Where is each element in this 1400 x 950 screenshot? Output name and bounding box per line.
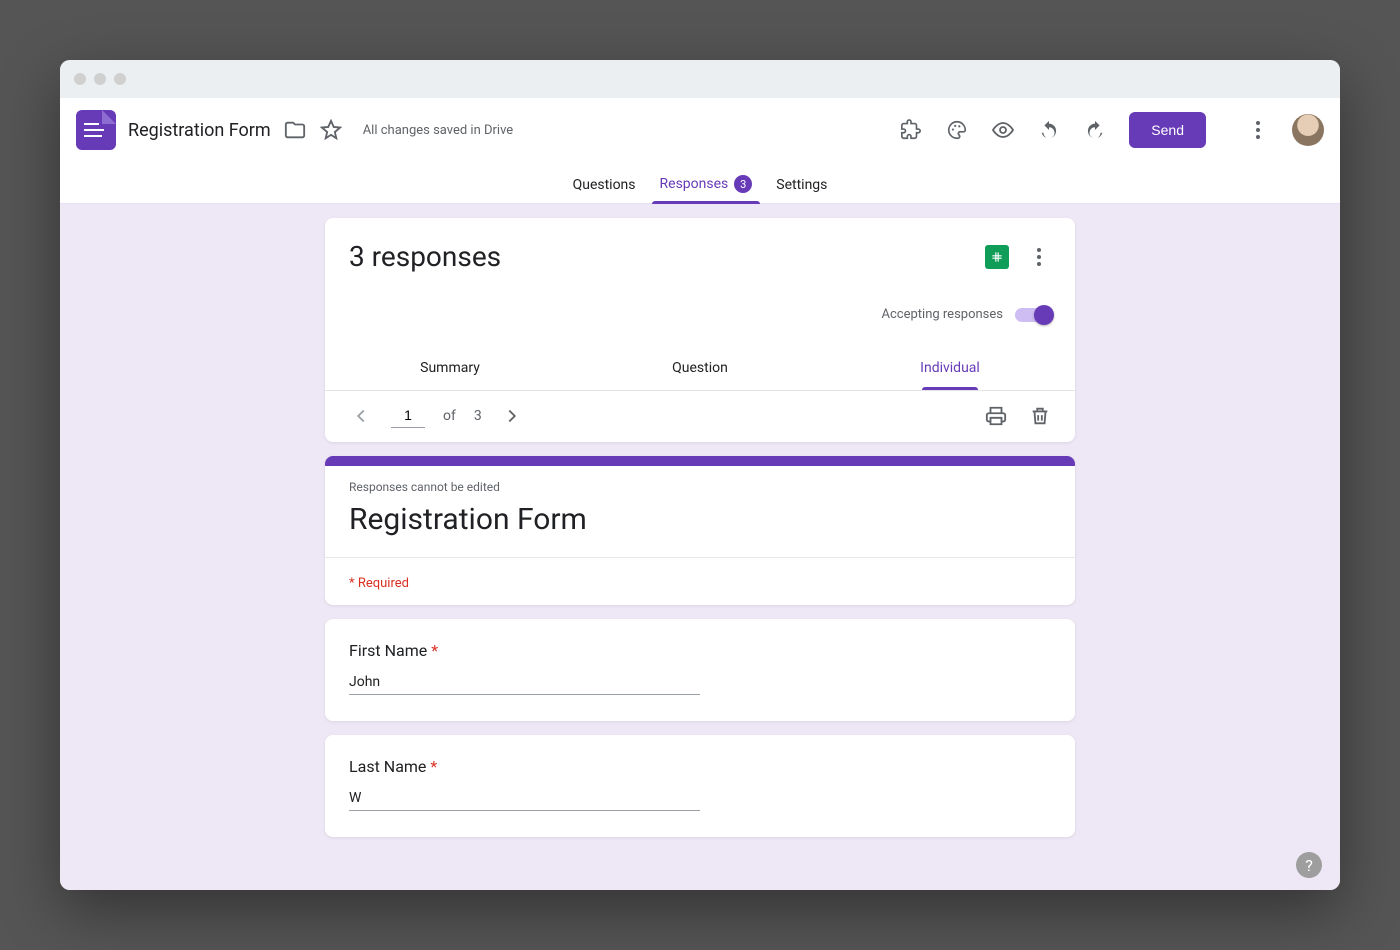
responses-badge: 3 (734, 175, 752, 193)
tab-responses-label: Responses (660, 176, 729, 192)
form-heading: Registration Form (349, 502, 1051, 537)
chevron-left-icon[interactable] (349, 404, 373, 428)
mac-titlebar (60, 60, 1340, 98)
responses-card: 3 responses Accepting responses Summary … (325, 218, 1075, 442)
header-actions: Send (899, 112, 1324, 148)
traffic-light-max[interactable] (114, 73, 126, 85)
question-label: Last Name* (349, 757, 1051, 776)
form-header-card: Responses cannot be edited Registration … (325, 456, 1075, 605)
app-header: Registration Form All changes saved in D… (60, 98, 1340, 162)
redo-icon[interactable] (1083, 118, 1107, 142)
palette-icon[interactable] (945, 118, 969, 142)
chevron-right-icon[interactable] (500, 404, 524, 428)
more-icon[interactable] (1246, 121, 1270, 139)
undo-icon[interactable] (1037, 118, 1061, 142)
save-status: All changes saved in Drive (363, 123, 514, 138)
accepting-label: Accepting responses (882, 307, 1004, 322)
app-window: Registration Form All changes saved in D… (60, 60, 1340, 890)
send-button[interactable]: Send (1129, 112, 1206, 148)
responses-count-title: 3 responses (349, 240, 985, 273)
question-card-first-name: First Name* John (325, 619, 1075, 721)
tab-questions[interactable]: Questions (561, 177, 648, 203)
answer-value: John (349, 674, 700, 695)
required-asterisk: * (430, 757, 437, 776)
trash-icon[interactable] (1029, 405, 1051, 427)
toggle-knob (1034, 305, 1054, 325)
tab-responses[interactable]: Responses 3 (648, 175, 765, 203)
form-title[interactable]: Registration Form (128, 120, 271, 141)
tab-settings[interactable]: Settings (764, 177, 839, 203)
page-of-label: of (443, 408, 456, 424)
sheets-icon[interactable] (985, 245, 1009, 269)
main-tabs: Questions Responses 3 Settings (60, 162, 1340, 204)
page-total: 3 (474, 408, 482, 424)
page-input[interactable] (391, 403, 425, 428)
answer-value: W (349, 790, 700, 811)
workspace: 3 responses Accepting responses Summary … (60, 204, 1340, 890)
edit-note: Responses cannot be edited (349, 480, 1051, 494)
star-icon[interactable] (319, 118, 343, 142)
folder-icon[interactable] (283, 118, 307, 142)
traffic-light-min[interactable] (94, 73, 106, 85)
subtab-individual[interactable]: Individual (825, 346, 1075, 390)
subtab-question[interactable]: Question (575, 346, 825, 390)
pager-row: of 3 (325, 390, 1075, 442)
accepting-toggle[interactable] (1015, 308, 1051, 322)
avatar[interactable] (1292, 114, 1324, 146)
required-asterisk: * (431, 641, 438, 660)
required-label: * Required (349, 576, 409, 591)
eye-icon[interactable] (991, 118, 1015, 142)
traffic-light-close[interactable] (74, 73, 86, 85)
question-label: First Name* (349, 641, 1051, 660)
responses-more-icon[interactable] (1027, 248, 1051, 266)
responses-subtabs: Summary Question Individual (325, 346, 1075, 390)
help-icon[interactable]: ? (1296, 852, 1322, 878)
forms-logo-icon[interactable] (76, 110, 116, 150)
question-card-last-name: Last Name* W (325, 735, 1075, 837)
subtab-summary[interactable]: Summary (325, 346, 575, 390)
print-icon[interactable] (985, 405, 1007, 427)
puzzle-icon[interactable] (899, 118, 923, 142)
accepting-row: Accepting responses (349, 307, 1051, 322)
